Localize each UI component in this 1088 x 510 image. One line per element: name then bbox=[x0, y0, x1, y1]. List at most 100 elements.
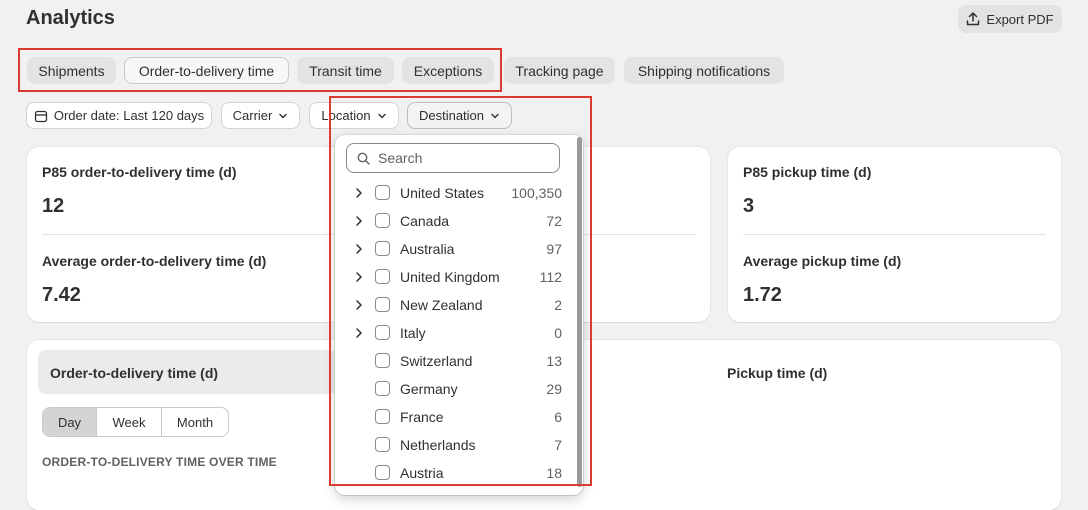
tab-exceptions[interactable]: Exceptions bbox=[402, 57, 494, 84]
search-icon bbox=[357, 152, 370, 165]
chevron-right-icon[interactable] bbox=[354, 298, 364, 312]
destination-option[interactable]: New Zealand 2 bbox=[335, 291, 575, 319]
segment-month[interactable]: Month bbox=[162, 408, 228, 436]
p85-pickup-label: P85 pickup time (d) bbox=[743, 164, 872, 180]
option-label: Canada bbox=[400, 213, 450, 229]
tab-label: Tracking page bbox=[515, 62, 604, 79]
option-label: Australia bbox=[400, 241, 455, 257]
p85-pickup-value: 3 bbox=[743, 195, 755, 217]
carrier-label: Carrier bbox=[232, 108, 273, 123]
chevron-right-icon[interactable] bbox=[354, 214, 364, 228]
avg-pickup-label: Average pickup time (d) bbox=[743, 253, 902, 269]
chevron-right-icon[interactable] bbox=[354, 326, 364, 340]
option-count: 97 bbox=[546, 241, 562, 257]
option-checkbox[interactable] bbox=[375, 185, 390, 200]
tab-label: Order-to-delivery time bbox=[138, 62, 275, 79]
upload-icon bbox=[967, 12, 980, 26]
p85-order-to-delivery-value: 12 bbox=[42, 195, 65, 217]
tab-shipments[interactable]: Shipments bbox=[27, 57, 116, 84]
destination-label: Destination bbox=[418, 108, 485, 123]
chart-subtitle: ORDER-TO-DELIVERY TIME OVER TIME bbox=[42, 455, 277, 469]
option-count: 6 bbox=[554, 409, 562, 425]
chart-header-title: Order-to-delivery time (d) bbox=[50, 365, 219, 381]
destination-option[interactable]: Switzerland 13 bbox=[335, 347, 575, 375]
segment-day[interactable]: Day bbox=[43, 408, 97, 436]
option-count: 100,350 bbox=[511, 185, 562, 201]
option-checkbox[interactable] bbox=[375, 325, 390, 340]
option-count: 29 bbox=[546, 381, 562, 397]
avg-pickup-value: 1.72 bbox=[743, 284, 782, 306]
tab-order-to-delivery-time[interactable]: Order-to-delivery time bbox=[124, 57, 289, 84]
option-count: 18 bbox=[546, 465, 562, 481]
option-label: Italy bbox=[400, 325, 426, 341]
destination-option[interactable]: Australia 97 bbox=[335, 235, 575, 263]
option-count: 72 bbox=[546, 213, 562, 229]
chevron-down-icon bbox=[491, 113, 499, 118]
page-title: Analytics bbox=[26, 7, 115, 29]
option-label: Austria bbox=[400, 465, 444, 481]
location-label: Location bbox=[321, 108, 371, 123]
destination-option[interactable]: Austria 18 bbox=[335, 459, 575, 487]
option-count: 0 bbox=[554, 325, 562, 341]
chevron-right-icon[interactable] bbox=[354, 242, 364, 256]
option-checkbox[interactable] bbox=[375, 213, 390, 228]
chevron-right-icon[interactable] bbox=[354, 270, 364, 284]
option-checkbox[interactable] bbox=[375, 437, 390, 452]
option-label: Switzerland bbox=[400, 353, 473, 369]
order-date-label: Order date: Last 120 days bbox=[53, 108, 205, 123]
calendar-icon bbox=[34, 110, 47, 122]
option-label: Germany bbox=[400, 381, 458, 397]
p85-order-to-delivery-label: P85 order-to-delivery time (d) bbox=[42, 164, 237, 180]
chevron-down-icon bbox=[377, 113, 386, 118]
search-field[interactable] bbox=[346, 143, 560, 173]
pickup-chart-title: Pickup time (d) bbox=[727, 365, 828, 381]
tab-tracking-page[interactable]: Tracking page bbox=[504, 57, 615, 84]
chart-header[interactable]: Order-to-delivery time (d) bbox=[38, 350, 338, 394]
destination-popover: United States100,350Canada72Australia97U… bbox=[335, 135, 583, 495]
option-count: 112 bbox=[539, 269, 562, 285]
tab-label: Transit time bbox=[309, 62, 382, 79]
export-pdf-button[interactable]: Export PDF bbox=[958, 5, 1062, 33]
tab-label: Exceptions bbox=[413, 62, 483, 79]
divider bbox=[743, 234, 1046, 235]
chevron-right-icon[interactable] bbox=[354, 186, 364, 200]
option-checkbox[interactable] bbox=[375, 353, 390, 368]
destination-option[interactable]: France 6 bbox=[335, 403, 575, 431]
location-filter[interactable]: Location bbox=[309, 102, 399, 129]
chevron-down-icon bbox=[279, 113, 288, 118]
tab-label: Shipments bbox=[38, 62, 105, 79]
option-checkbox[interactable] bbox=[375, 381, 390, 396]
destination-filter[interactable]: Destination bbox=[407, 102, 512, 129]
avg-order-to-delivery-value: 7.42 bbox=[42, 284, 81, 306]
search-input[interactable] bbox=[378, 150, 538, 166]
option-count: 13 bbox=[546, 353, 562, 369]
option-count: 7 bbox=[554, 437, 562, 453]
destination-option[interactable]: United States 100,350 bbox=[335, 179, 575, 207]
order-date-filter[interactable]: Order date: Last 120 days bbox=[26, 102, 212, 129]
popover-scrollbar[interactable] bbox=[577, 137, 582, 487]
destination-option[interactable]: Germany 29 bbox=[335, 375, 575, 403]
option-checkbox[interactable] bbox=[375, 241, 390, 256]
option-checkbox[interactable] bbox=[375, 269, 390, 284]
segment-week[interactable]: Week bbox=[97, 408, 162, 436]
avg-order-to-delivery-label: Average order-to-delivery time (d) bbox=[42, 253, 267, 269]
option-checkbox[interactable] bbox=[375, 465, 390, 480]
destination-option[interactable]: Netherlands 7 bbox=[335, 431, 575, 459]
destination-option[interactable]: United Kingdom 112 bbox=[335, 263, 575, 291]
carrier-filter[interactable]: Carrier bbox=[221, 102, 300, 129]
option-label: United Kingdom bbox=[400, 269, 500, 285]
tab-shipping-notifications[interactable]: Shipping notifications bbox=[624, 57, 784, 84]
destination-option[interactable]: Canada 72 bbox=[335, 207, 575, 235]
destination-option[interactable]: Italy 0 bbox=[335, 319, 575, 347]
option-checkbox[interactable] bbox=[375, 297, 390, 312]
option-checkbox[interactable] bbox=[375, 409, 390, 424]
option-count: 2 bbox=[554, 297, 562, 313]
option-label: United States bbox=[400, 185, 485, 201]
option-label: France bbox=[400, 409, 444, 425]
option-label: Netherlands bbox=[400, 437, 476, 453]
granularity-toggle: Day Week Month bbox=[42, 407, 229, 437]
option-label: New Zealand bbox=[400, 297, 483, 313]
export-pdf-label: Export PDF bbox=[986, 11, 1054, 27]
tab-label: Shipping notifications bbox=[637, 62, 771, 79]
tab-transit-time[interactable]: Transit time bbox=[297, 57, 394, 84]
